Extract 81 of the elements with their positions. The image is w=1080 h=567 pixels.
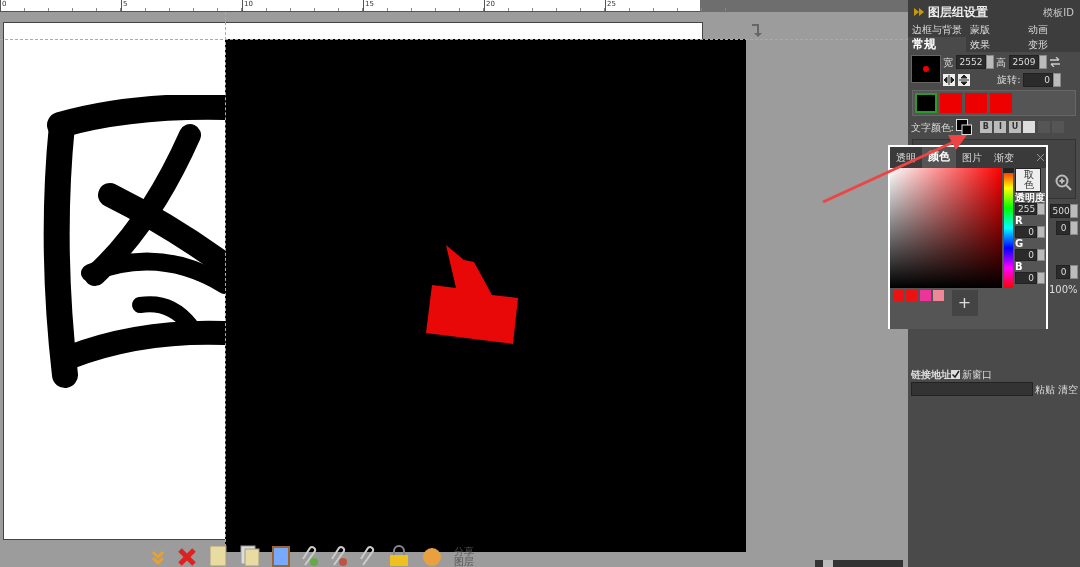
color-swatch[interactable] <box>915 93 937 113</box>
clear-button[interactable]: 清空 <box>1057 381 1078 397</box>
text-color-swatch[interactable] <box>956 119 973 135</box>
rotation-label: 旋转: <box>997 73 1021 87</box>
panel-tab[interactable]: 常规 <box>908 37 966 52</box>
spinner-arrows[interactable] <box>1053 72 1061 87</box>
opacity-field[interactable]: 255 <box>1015 202 1037 215</box>
panel-tab[interactable]: 边框与背景 <box>908 22 966 37</box>
format-button[interactable]: B <box>979 121 992 133</box>
channel-label: R <box>1015 214 1024 226</box>
link-label: 链接地址 <box>910 367 951 382</box>
height-field[interactable]: 2509 <box>1008 55 1039 69</box>
template-id-label: 模板ID <box>1043 5 1074 20</box>
spinner-arrows[interactable] <box>1037 248 1045 261</box>
rotation-field[interactable]: 0 <box>1023 72 1053 87</box>
spinner-arrows[interactable] <box>1069 204 1078 218</box>
round-icon[interactable] <box>421 545 443 567</box>
opacity-label: 透明度 <box>1015 191 1046 203</box>
layer-thumbnail <box>910 54 941 83</box>
paperclip-icon[interactable] <box>359 545 377 567</box>
spinner-arrows[interactable] <box>1037 202 1045 215</box>
recent-color-swatch[interactable] <box>906 290 917 301</box>
panel-tab[interactable]: 蒙版 <box>966 22 1024 37</box>
paste-button[interactable]: 粘贴 <box>1035 381 1055 397</box>
close-icon[interactable] <box>1036 153 1044 161</box>
paperclip-icon[interactable] <box>330 545 348 567</box>
zoom-slider[interactable] <box>815 560 903 567</box>
new-window-label: 新窗口 <box>962 367 992 382</box>
spinner-arrows[interactable] <box>1069 220 1078 235</box>
document-icon[interactable] <box>208 545 228 567</box>
spinner-arrows[interactable] <box>1037 271 1045 284</box>
color-swatch[interactable] <box>990 93 1012 113</box>
zoom-value: 100% <box>1048 282 1078 297</box>
hue-slider[interactable] <box>1004 167 1013 288</box>
color-gradient-area[interactable] <box>890 167 1002 288</box>
flip-vertical-icon[interactable] <box>957 73 970 86</box>
lock-icon[interactable] <box>388 545 410 567</box>
swap-icon[interactable] <box>1049 57 1061 67</box>
spinner-arrows[interactable] <box>1069 265 1078 279</box>
channel-label: G <box>1015 237 1025 249</box>
panel-tab[interactable]: 变形 <box>1024 37 1080 52</box>
recent-color-swatch[interactable] <box>919 290 931 301</box>
zoom-icon[interactable] <box>1055 174 1073 192</box>
width-label: 宽 <box>943 55 953 70</box>
flip-horizontal-icon[interactable] <box>943 73 955 86</box>
spinner-arrows[interactable] <box>1037 225 1045 238</box>
recent-color-swatch[interactable] <box>933 290 944 301</box>
picture-icon[interactable] <box>272 545 290 567</box>
channel-field[interactable]: 0 <box>1015 248 1037 261</box>
picker-tab[interactable]: 渐变 <box>988 147 1020 167</box>
add-color-button[interactable]: + <box>951 290 978 316</box>
spinner-arrows[interactable] <box>1038 55 1047 69</box>
panel-tab[interactable]: 动画 <box>1024 22 1080 37</box>
spinner-arrows[interactable] <box>985 55 994 69</box>
hue-slider-thumb[interactable] <box>1003 167 1014 173</box>
value-field[interactable]: 0 <box>1055 220 1070 235</box>
channel-field[interactable]: 0 <box>1015 271 1037 284</box>
height-label: 高 <box>996 55 1006 70</box>
panel-tab[interactable]: 效果 <box>966 37 1024 52</box>
panel-title: 图层组设置 <box>928 4 988 21</box>
channel-field[interactable]: 0 <box>1015 225 1037 238</box>
picker-tab[interactable]: 图片 <box>956 147 988 167</box>
expand-icon[interactable] <box>914 8 924 16</box>
value-field[interactable]: 0 <box>1055 265 1070 279</box>
recent-color-swatch[interactable] <box>892 290 904 301</box>
format-button[interactable]: I <box>994 121 1007 133</box>
paperclip-icon[interactable] <box>301 545 319 567</box>
new-window-checkbox[interactable] <box>950 369 960 379</box>
link-field[interactable] <box>910 382 1033 396</box>
zoom-slider-thumb[interactable] <box>822 560 833 567</box>
width-field[interactable]: 2552 <box>955 55 986 69</box>
eyedropper-button[interactable]: 取色 <box>1015 167 1041 192</box>
color-swatch[interactable] <box>940 93 962 113</box>
channel-label: B <box>1015 260 1024 272</box>
color-swatch[interactable] <box>965 93 987 113</box>
format-button[interactable]: U <box>1008 121 1021 133</box>
documents-icon[interactable] <box>239 545 261 567</box>
value-field[interactable]: 500 <box>1049 204 1070 218</box>
text-color-label: 文字颜色: <box>910 120 954 135</box>
align-button[interactable] <box>1023 121 1036 133</box>
arrow-shape[interactable] <box>426 245 520 345</box>
